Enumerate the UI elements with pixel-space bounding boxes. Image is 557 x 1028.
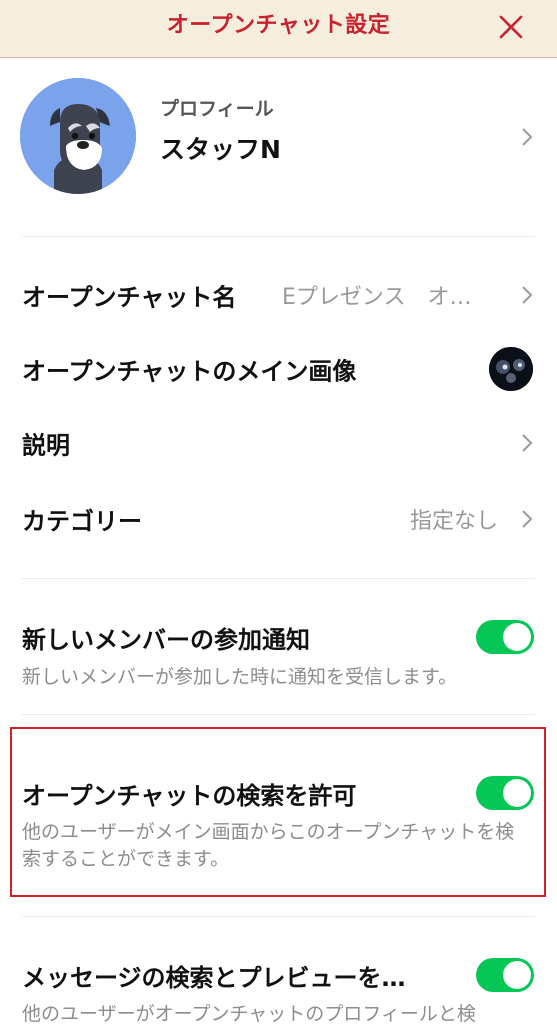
description-row[interactable]: 説明 <box>0 408 557 478</box>
main-image-thumbnail <box>489 347 533 391</box>
chevron-right-icon <box>520 432 534 454</box>
toggle-knob <box>503 623 531 651</box>
category-label: カテゴリー <box>22 507 142 536</box>
chevron-right-icon <box>520 508 534 530</box>
description-label: 説明 <box>22 431 70 460</box>
profile-name: スタッフN <box>160 135 281 164</box>
message-search-title: メッセージの検索とプレビューを… <box>22 964 406 992</box>
profile-row[interactable]: プロフィール スタッフN <box>0 66 557 216</box>
divider <box>22 714 535 715</box>
search-permission-description: 他のユーザーがメイン画面からこのオープンチャットを検索することができます。 <box>22 821 515 870</box>
search-permission-title: オープンチャットの検索を許可 <box>22 782 357 810</box>
openchat-name-label: オープンチャット名 <box>22 283 237 312</box>
toggle-knob <box>503 961 531 989</box>
category-value: 指定なし <box>410 509 499 534</box>
openchat-name-value: Eプレゼンス オ… <box>282 285 472 310</box>
openchat-name-row[interactable]: オープンチャット名 Eプレゼンス オ… <box>0 260 557 330</box>
page-title: オープンチャット設定 <box>166 13 391 38</box>
dog-avatar-icon <box>20 78 136 194</box>
avatar <box>20 78 136 194</box>
close-icon <box>499 15 523 39</box>
join-notification-description: 新しいメンバーが参加した時に通知を受信します。 <box>22 666 458 688</box>
join-notification-title: 新しいメンバーの参加通知 <box>22 626 310 654</box>
category-row[interactable]: カテゴリー 指定なし <box>0 484 557 554</box>
divider <box>22 236 535 237</box>
join-notification-toggle[interactable] <box>476 620 534 654</box>
chevron-right-icon <box>520 126 534 148</box>
profile-label: プロフィール <box>160 98 274 120</box>
main-image-row[interactable]: オープンチャットのメイン画像 <box>0 334 557 404</box>
message-search-toggle[interactable] <box>476 958 534 992</box>
divider <box>22 578 535 579</box>
main-image-label: オープンチャットのメイン画像 <box>22 357 357 386</box>
chevron-right-icon <box>520 284 534 306</box>
close-button[interactable] <box>490 6 532 48</box>
divider <box>22 916 535 917</box>
search-permission-toggle[interactable] <box>476 776 534 810</box>
toggle-knob <box>503 779 531 807</box>
header-bar: オープンチャット設定 <box>0 0 557 58</box>
